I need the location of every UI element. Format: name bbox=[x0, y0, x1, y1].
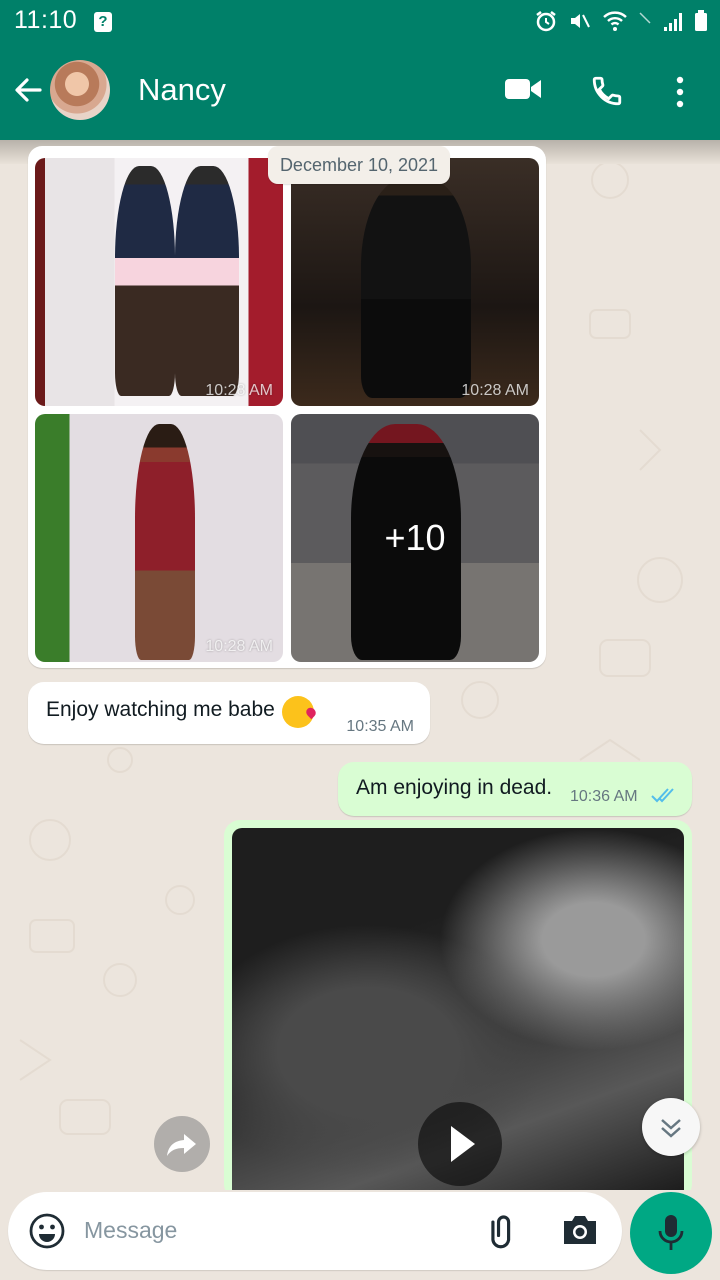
microphone-icon bbox=[658, 1215, 684, 1250]
attach-icon[interactable] bbox=[484, 1212, 522, 1250]
emoji-icon[interactable] bbox=[28, 1212, 66, 1250]
chat-area[interactable]: 10:28 AM 10:28 AM 10:28 AM +10 December … bbox=[0, 140, 720, 1190]
photo-subject bbox=[361, 178, 471, 398]
album-photo[interactable]: 10:28 AM bbox=[291, 158, 539, 406]
camera-icon[interactable] bbox=[560, 1212, 600, 1248]
video-message[interactable] bbox=[224, 820, 692, 1190]
status-icons bbox=[534, 8, 708, 34]
message-box bbox=[8, 1192, 622, 1270]
signal-icon bbox=[664, 13, 682, 31]
composer bbox=[0, 1190, 720, 1280]
contact-name[interactable]: Nancy bbox=[138, 72, 226, 108]
read-receipt-icon bbox=[651, 788, 674, 803]
message-time: 10:35 AM bbox=[346, 718, 414, 735]
wifi-icon bbox=[603, 11, 627, 31]
kiss-emoji-icon bbox=[282, 696, 314, 728]
video-call-icon[interactable] bbox=[504, 76, 542, 102]
back-arrow-icon[interactable] bbox=[12, 74, 44, 106]
album-photo-more[interactable]: +10 bbox=[291, 414, 539, 662]
battery-icon bbox=[695, 10, 707, 31]
alarm-icon bbox=[536, 11, 556, 32]
message-input[interactable] bbox=[84, 1210, 464, 1250]
signal-off-icon bbox=[639, 12, 651, 24]
voice-record-button[interactable] bbox=[630, 1192, 712, 1274]
play-button[interactable] bbox=[418, 1102, 502, 1186]
photo-subject bbox=[175, 166, 239, 396]
video-thumbnail[interactable] bbox=[232, 828, 684, 1190]
album-photo[interactable]: 10:28 AM bbox=[35, 414, 283, 662]
message-text: Enjoy watching me babe bbox=[46, 698, 275, 721]
message-text: Am enjoying in dead. bbox=[356, 776, 553, 799]
photo-time: 10:28 AM bbox=[205, 638, 273, 655]
notification-icon: ? bbox=[94, 12, 112, 32]
phone-call-icon[interactable] bbox=[590, 74, 624, 108]
double-chevron-down-icon bbox=[661, 1119, 681, 1138]
photo-subject bbox=[115, 166, 175, 396]
message-time: 10:36 AM bbox=[570, 788, 638, 805]
photo-time: 10:28 AM bbox=[205, 382, 273, 399]
forward-button[interactable] bbox=[154, 1116, 210, 1172]
forward-icon bbox=[167, 1134, 196, 1156]
scroll-to-bottom-button[interactable] bbox=[642, 1098, 700, 1156]
status-bar: 11:10 ? bbox=[0, 0, 720, 44]
date-chip: December 10, 2021 bbox=[268, 146, 450, 184]
album-photo[interactable]: 10:28 AM bbox=[35, 158, 283, 406]
more-options-icon[interactable] bbox=[668, 72, 692, 112]
play-icon bbox=[451, 1126, 475, 1162]
photo-time: 10:28 AM bbox=[461, 382, 529, 399]
mute-icon bbox=[571, 14, 590, 28]
outgoing-message[interactable]: Am enjoying in dead. 10:36 AM bbox=[338, 762, 692, 816]
chat-header: Nancy bbox=[0, 44, 720, 140]
status-time: 11:10 bbox=[14, 6, 78, 34]
avatar[interactable] bbox=[50, 60, 110, 120]
photo-subject bbox=[135, 424, 195, 660]
more-photos-count: +10 bbox=[384, 517, 446, 558]
incoming-message[interactable]: Enjoy watching me babe 10:35 AM bbox=[28, 682, 430, 744]
photo-album: 10:28 AM 10:28 AM 10:28 AM +10 bbox=[28, 146, 546, 668]
more-photos-overlay: +10 bbox=[291, 414, 539, 662]
